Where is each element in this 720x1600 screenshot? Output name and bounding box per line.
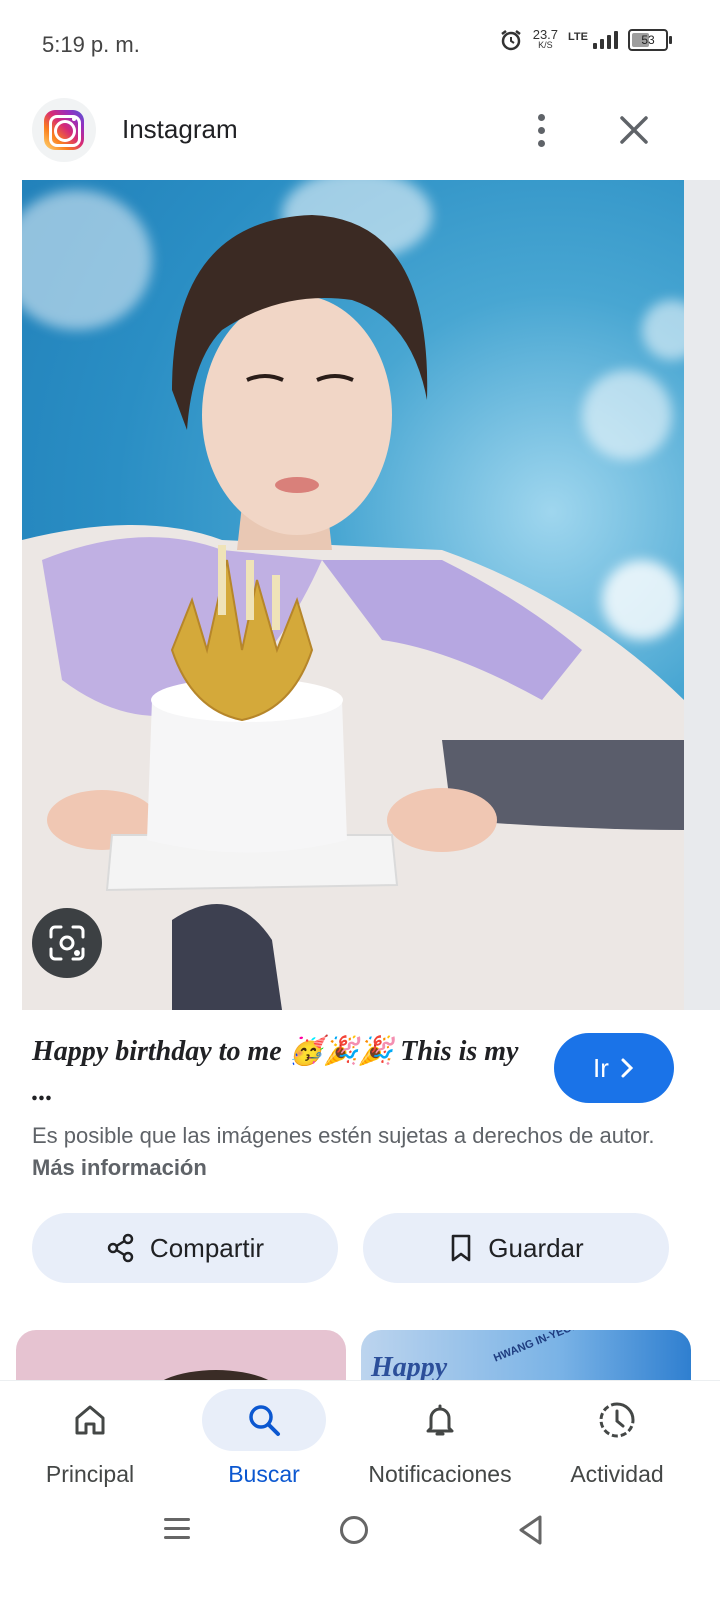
signal-bar	[614, 31, 618, 49]
lens-button[interactable]	[32, 908, 102, 978]
battery-level: 53	[641, 33, 655, 47]
result-title[interactable]: Happy birthday to me 🥳🎉🎉 This is my ...	[32, 1032, 532, 1112]
nav-item-notificaciones[interactable]: Notificaciones	[350, 1381, 530, 1501]
bell-icon	[426, 1404, 454, 1436]
nav-item-buscar[interactable]: Buscar	[174, 1381, 354, 1501]
lens-icon	[49, 925, 85, 961]
save-label: Guardar	[488, 1232, 584, 1263]
activity-icon	[599, 1402, 635, 1438]
more-vert-icon[interactable]	[526, 108, 556, 152]
signal-bar	[600, 39, 604, 49]
go-button[interactable]: Ir	[554, 1033, 674, 1103]
net-speed-unit: K/S	[538, 40, 553, 50]
share-icon	[107, 1233, 134, 1263]
alarm-icon	[499, 28, 523, 52]
instagram-logo-icon	[44, 110, 84, 150]
close-icon[interactable]	[612, 108, 656, 152]
signal-bar	[607, 35, 611, 49]
nav-label: Principal	[45, 1461, 135, 1487]
network-type: LTE	[568, 31, 588, 43]
status-icons: 23.7 K/S LTE 53	[499, 27, 672, 52]
next-image-edge[interactable]	[684, 180, 720, 1010]
source-title[interactable]: Instagram	[122, 114, 238, 145]
nav-label: Notificaciones	[368, 1461, 512, 1487]
signal-icon: LTE	[568, 31, 618, 49]
copyright-text: Es posible que las imágenes estén sujeta…	[32, 1123, 655, 1148]
copyright-notice: Es posible que las imágenes estén sujeta…	[32, 1120, 672, 1184]
related-image-caption: HWANG IN-YEOP	[492, 1330, 581, 1365]
header: Instagram	[0, 92, 720, 176]
net-speed-value: 23.7	[532, 27, 559, 42]
status-bar: 5:19 p. m. 23.7 K/S LTE 53	[0, 0, 720, 92]
more-info-link[interactable]: Más información	[32, 1155, 207, 1180]
recent-apps-button[interactable]	[164, 1518, 190, 1539]
status-time: 5:19 p. m.	[42, 32, 140, 57]
nav-label: Buscar	[228, 1461, 300, 1487]
source-logo[interactable]	[32, 98, 96, 162]
save-button[interactable]: Guardar	[363, 1213, 669, 1283]
home-button[interactable]	[340, 1516, 368, 1544]
home-icon	[75, 1405, 105, 1435]
network-speed: 23.7 K/S	[532, 27, 559, 51]
share-label: Compartir	[149, 1232, 265, 1263]
nav-label: Actividad	[570, 1461, 664, 1487]
share-button[interactable]: Compartir	[32, 1213, 338, 1283]
result-image[interactable]	[22, 180, 684, 1010]
nav-item-actividad[interactable]: Actividad	[527, 1381, 707, 1501]
chevron-right-icon	[621, 1058, 634, 1078]
nav-item-principal[interactable]: Principal	[0, 1381, 180, 1501]
go-button-label: Ir	[593, 1052, 609, 1083]
system-nav-bar	[0, 1500, 720, 1600]
battery-icon: 53	[628, 29, 672, 51]
bookmark-icon	[451, 1234, 471, 1262]
bottom-nav: Principal Buscar Notificaciones Activida…	[0, 1380, 720, 1501]
photo-illustration	[22, 215, 684, 1010]
back-button[interactable]	[516, 1514, 546, 1546]
search-icon	[249, 1405, 280, 1436]
signal-bar	[593, 43, 597, 49]
